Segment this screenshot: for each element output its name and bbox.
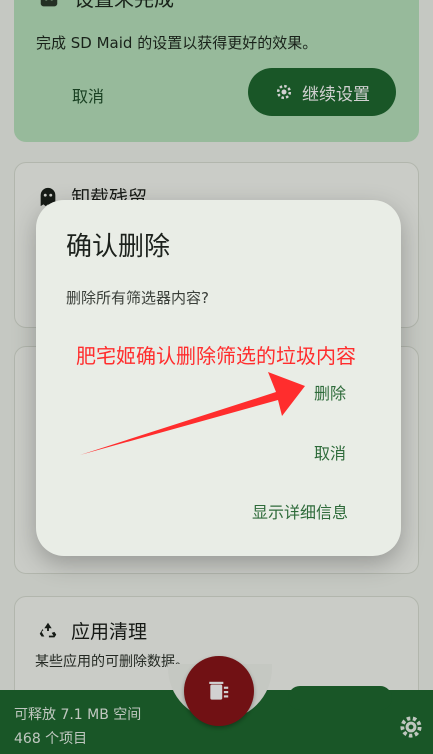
dialog-delete-button[interactable]: 删除 — [314, 380, 346, 404]
dialog-show-details-button[interactable]: 显示详细信息 — [252, 499, 348, 523]
dialog-message: 删除所有筛选器内容? — [66, 289, 209, 307]
annotation-text: 肥宅姬确认删除筛选的垃圾内容 — [76, 344, 356, 368]
confirm-delete-dialog: 确认删除 删除所有筛选器内容? 删除 取消 显示详细信息 — [36, 200, 401, 556]
dialog-cancel-button[interactable]: 取消 — [314, 440, 346, 464]
dialog-title: 确认删除 — [66, 232, 171, 262]
